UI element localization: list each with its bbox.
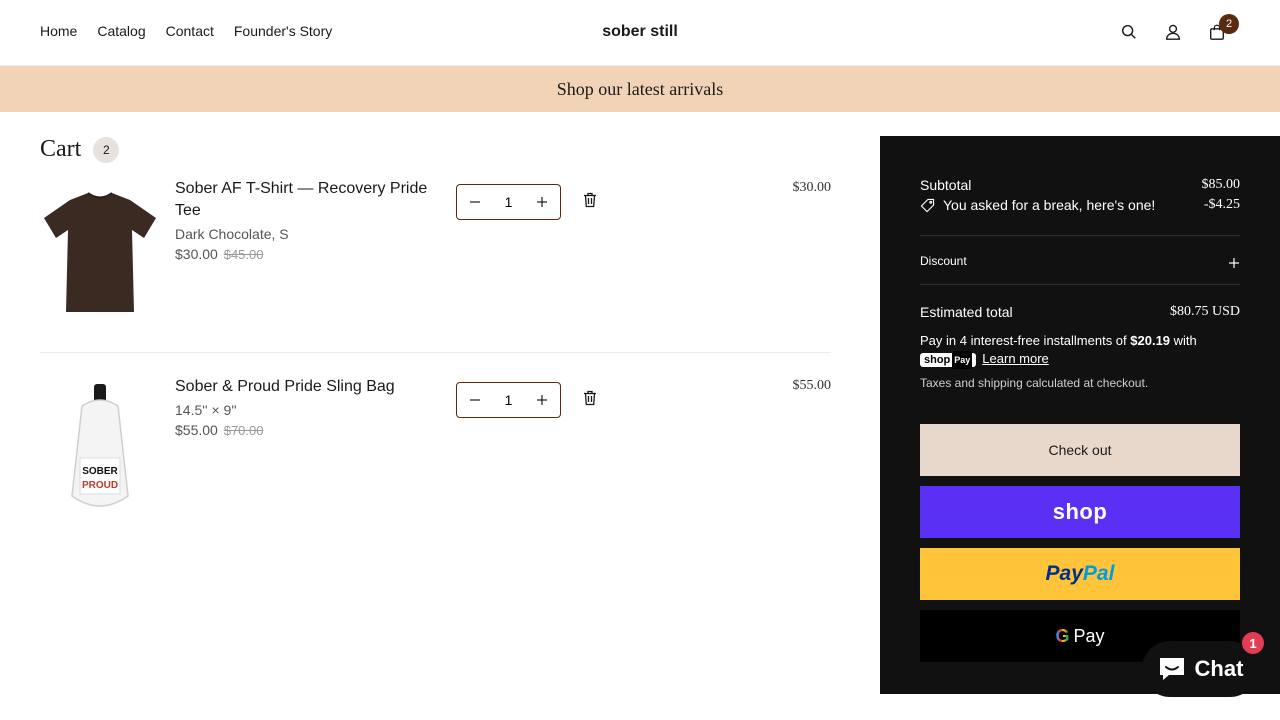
order-summary: Subtotal $85.00 You asked for a break, h…: [880, 136, 1280, 694]
product-price: $55.00: [175, 422, 218, 438]
announcement-text[interactable]: Shop our latest arrivals: [557, 79, 723, 100]
paypal-logo-part2: Pal: [1082, 562, 1115, 585]
product-variant: 14.5'' × 9'': [175, 402, 237, 418]
chat-bubble-icon: [1159, 658, 1184, 680]
chat-label: Chat: [1194, 656, 1244, 681]
minus-icon[interactable]: [467, 392, 483, 408]
discount-value: -$4.25: [1203, 197, 1240, 212]
product-name[interactable]: Sober AF T-Shirt — Recovery Pride Tee: [175, 178, 445, 222]
site-header: Home Catalog Contact Founder's Story sob…: [0, 0, 1280, 66]
plus-icon[interactable]: [534, 194, 550, 210]
minus-icon[interactable]: [467, 194, 483, 210]
shop-pay-logo: shop Pay: [920, 350, 977, 369]
product-image-tshirt[interactable]: [40, 178, 160, 318]
nav-contact[interactable]: Contact: [166, 23, 214, 39]
line-total: $55.00: [792, 378, 832, 393]
cart-bag-icon[interactable]: 2: [1206, 14, 1239, 44]
product-image-sling-bag[interactable]: SOBER PROUD: [40, 376, 160, 516]
chat-widget-button[interactable]: Chat: [1142, 641, 1258, 697]
product-price-wrap: $30.00 $45.00: [175, 246, 445, 262]
announcement-bar: Shop our latest arrivals: [0, 66, 1280, 112]
plus-icon[interactable]: [534, 392, 550, 408]
learn-more-link[interactable]: Learn more: [982, 351, 1048, 366]
estimated-total-label: Estimated total: [920, 304, 1013, 320]
nav-catalog[interactable]: Catalog: [97, 23, 145, 39]
estimated-total-row: Estimated total $80.75 USD: [920, 304, 1240, 320]
account-icon[interactable]: [1162, 20, 1184, 44]
cart-heading: Cart 2: [40, 136, 120, 163]
divider: [920, 235, 1240, 236]
estimated-total-value: $80.75 USD: [1169, 304, 1240, 319]
shop-pay-button-label: shop: [1052, 499, 1108, 524]
line-item-info: Sober & Proud Pride Sling Bag 14.5'' × 9…: [175, 376, 445, 438]
checkout-button[interactable]: Check out: [920, 424, 1240, 476]
product-variant: Dark Chocolate, S: [175, 226, 289, 242]
paypal-logo-part1: Pay: [1045, 562, 1083, 585]
discount-label: Discount: [920, 254, 967, 268]
installments-amount: $20.19: [1130, 333, 1171, 348]
product-price: $30.00: [175, 246, 218, 262]
subtotal-row: Subtotal $85.00: [920, 177, 1240, 193]
installments-text: Pay in 4 interest-free installments of: [920, 333, 1131, 348]
shop-pay-logo-pay: Pay: [952, 350, 973, 369]
product-name[interactable]: Sober & Proud Pride Sling Bag: [175, 376, 445, 398]
cart-line-item: Sober AF T-Shirt — Recovery Pride Tee Da…: [40, 178, 831, 353]
compare-at-price: $70.00: [223, 423, 264, 438]
shop-pay-logo-text: shop: [924, 353, 951, 366]
plus-icon: [1229, 258, 1239, 268]
divider: [920, 284, 1240, 285]
taxes-note: Taxes and shipping calculated at checkou…: [920, 376, 1149, 390]
discount-applied: You asked for a break, here's one!: [920, 197, 1155, 213]
subtotal-label: Subtotal: [920, 177, 972, 193]
svg-text:PROUD: PROUD: [82, 480, 118, 491]
nav-founders-story[interactable]: Founder's Story: [234, 23, 332, 39]
discount-applied-row: You asked for a break, here's one! -$4.2…: [920, 197, 1240, 213]
cart-count-badge: 2: [1219, 14, 1239, 34]
quantity-input[interactable]: [493, 392, 524, 408]
discount-text: You asked for a break, here's one!: [943, 197, 1156, 213]
nav-home[interactable]: Home: [40, 23, 77, 39]
quantity-stepper: [456, 184, 561, 220]
trash-icon[interactable]: [583, 192, 599, 210]
discount-toggle[interactable]: Discount: [920, 254, 1240, 269]
quantity-stepper: [456, 382, 561, 418]
header-icons: 2: [1118, 14, 1239, 44]
product-price-wrap: $55.00 $70.00: [175, 422, 445, 438]
checkout-button-label: Check out: [1048, 442, 1112, 458]
quantity-input[interactable]: [493, 194, 524, 210]
main-nav: Home Catalog Contact Founder's Story: [40, 23, 332, 39]
chat-notification-badge: 1: [1242, 632, 1264, 654]
line-item-info: Sober AF T-Shirt — Recovery Pride Tee Da…: [175, 178, 445, 262]
compare-at-price: $45.00: [223, 247, 264, 262]
line-total: $30.00: [792, 180, 832, 195]
google-pay-label: Pay: [1073, 625, 1105, 646]
tag-icon: [920, 198, 935, 212]
installments-text-end: with: [1170, 333, 1197, 348]
installments-message: Pay in 4 interest-free installments of $…: [920, 332, 1240, 369]
page-title: Cart: [40, 136, 82, 162]
search-icon[interactable]: [1118, 20, 1140, 44]
trash-icon[interactable]: [583, 390, 599, 408]
paypal-button[interactable]: Pay Pal: [920, 548, 1240, 600]
svg-text:SOBER: SOBER: [82, 466, 118, 477]
google-g-icon: G: [1055, 625, 1070, 646]
shop-pay-button[interactable]: shop: [920, 486, 1240, 538]
subtotal-value: $85.00: [1201, 177, 1241, 192]
cart-line-item: SOBER PROUD Sober & Proud Pride Sling Ba…: [40, 376, 831, 526]
cart-item-count: 2: [93, 136, 120, 163]
brand-logo[interactable]: sober still: [602, 23, 678, 40]
